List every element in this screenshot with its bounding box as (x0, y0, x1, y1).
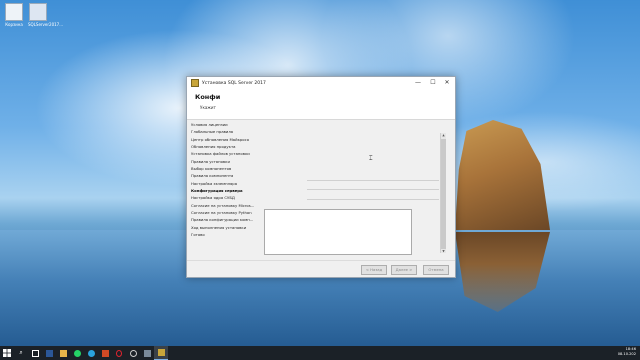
next-button[interactable]: Далее > (391, 265, 417, 275)
taskbar-app-telegram[interactable] (84, 346, 98, 360)
wizard-steps: Условия лицензии Глобальные правила Цент… (191, 121, 259, 239)
minimize-button[interactable]: — (411, 77, 425, 89)
installer-icon (29, 3, 47, 21)
desktop-icon-recycle-bin[interactable]: Корзина (4, 3, 24, 27)
clock-app-icon (129, 349, 137, 357)
taskbar-app-installer[interactable] (140, 346, 154, 360)
clock-date: 08.10.202 (617, 352, 636, 356)
window-titlebar[interactable]: Установка SQL Server 2017 — ☐ ✕ (187, 77, 455, 89)
content-divider (307, 180, 439, 181)
sql-setup-window: Установка SQL Server 2017 — ☐ ✕ Конфи Ук… (186, 76, 456, 278)
taskbar-app-file-explorer[interactable] (56, 346, 70, 360)
search-icon: ⌕ (19, 349, 23, 356)
wizard-step[interactable]: Правила компонента (191, 172, 259, 179)
wizard-step[interactable]: Готово (191, 231, 259, 238)
desktop-icon-installer[interactable]: SQLServer2017... (28, 3, 64, 27)
powerpoint-icon (101, 349, 109, 357)
content-scrollbar[interactable]: ▲ ▼ (440, 133, 446, 253)
window-title: Установка SQL Server 2017 (202, 80, 266, 86)
page-subtitle: Укажит (200, 105, 216, 110)
wizard-step[interactable]: Правила установки (191, 158, 259, 165)
wizard-step[interactable]: Согласие на установку Micros... (191, 202, 259, 209)
start-button[interactable] (0, 346, 14, 360)
taskbar-app-whatsapp[interactable] (70, 346, 84, 360)
wizard-step[interactable]: Условия лицензии (191, 121, 259, 128)
scroll-up-icon[interactable]: ▲ (441, 133, 446, 137)
content-list-box[interactable] (264, 209, 412, 255)
word-icon (45, 349, 53, 357)
opera-icon (116, 349, 122, 357)
wizard-step[interactable]: Глобальные правила (191, 128, 259, 135)
sql-setup-icon (157, 349, 165, 356)
desktop-icon-label: SQLServer2017... (28, 22, 64, 27)
wizard-step[interactable]: Выбор компонентов (191, 165, 259, 172)
close-button[interactable]: ✕ (440, 77, 454, 89)
mouse-cursor-icon: ⌶ (369, 155, 373, 162)
wizard-step[interactable]: Обновления продукта (191, 143, 259, 150)
whatsapp-icon (73, 349, 81, 357)
taskbar-clock[interactable]: 18:46 08.10.202 (618, 347, 636, 357)
taskbar-app-clock[interactable] (126, 346, 140, 360)
scroll-down-icon[interactable]: ▼ (441, 249, 446, 253)
wizard-step[interactable]: Настройка экземпляра (191, 180, 259, 187)
content-divider (307, 199, 439, 200)
taskbar-app-powerpoint[interactable] (98, 346, 112, 360)
maximize-button[interactable]: ☐ (426, 77, 440, 89)
taskbar-app-sql-setup[interactable] (154, 346, 168, 360)
wizard-step-current[interactable]: Конфигурация сервера (191, 187, 259, 194)
wizard-step[interactable]: Правила конфигурации комп... (191, 216, 259, 223)
wallpaper-rock (455, 120, 550, 230)
page-title: Конфи (195, 93, 221, 101)
wizard-step[interactable]: Центр обновления Майкросо (191, 136, 259, 143)
sql-setup-icon (191, 79, 199, 87)
recycle-bin-icon (5, 3, 23, 21)
back-button[interactable]: < Назад (361, 265, 387, 275)
windows-logo-icon (3, 349, 11, 357)
wizard-step[interactable]: Согласие на установку Python (191, 209, 259, 216)
taskbar-search-button[interactable]: ⌕ (14, 346, 28, 360)
desktop-icon-label: Корзина (5, 22, 23, 27)
taskbar-app-word[interactable] (42, 346, 56, 360)
installer-icon (143, 349, 151, 357)
wizard-header: Конфи Укажит (187, 89, 455, 120)
folder-icon (59, 349, 67, 357)
cancel-button[interactable]: Отмена (423, 265, 449, 275)
telegram-icon (87, 349, 95, 357)
taskbar-task-view-button[interactable] (28, 346, 42, 360)
wizard-footer: < Назад Далее > Отмена (187, 260, 455, 277)
taskbar-app-opera[interactable] (112, 346, 126, 360)
wizard-step[interactable]: Ход выполнения установки (191, 224, 259, 231)
wizard-step[interactable]: Установка файлов установки (191, 150, 259, 157)
taskbar: ⌕ 18:46 08.10.202 (0, 346, 640, 360)
scrollbar-thumb[interactable] (441, 139, 446, 249)
task-view-icon (31, 349, 39, 357)
content-divider (307, 189, 439, 190)
wizard-step[interactable]: Настройка ядра СУБД (191, 194, 259, 201)
